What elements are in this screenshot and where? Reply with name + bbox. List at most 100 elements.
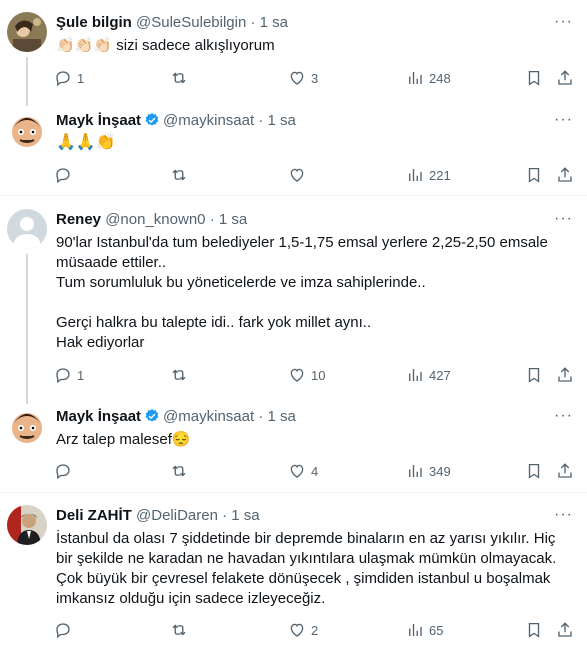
- bookmark-button[interactable]: [525, 165, 543, 185]
- timestamp[interactable]: 1 sa: [260, 14, 288, 31]
- share-button[interactable]: [556, 620, 574, 640]
- user-handle[interactable]: @SuleSulebilgin: [136, 14, 246, 31]
- heart-icon: [290, 71, 304, 85]
- reply-icon: [56, 464, 70, 480]
- like-count: 2: [311, 622, 319, 638]
- avatar[interactable]: [7, 505, 47, 545]
- user-handle[interactable]: @DeliDaren: [136, 507, 218, 524]
- avatar[interactable]: [7, 406, 47, 446]
- bookmark-button[interactable]: [525, 68, 543, 88]
- heart-icon: [290, 623, 304, 637]
- retweet-button[interactable]: [170, 68, 193, 88]
- reply-count: 1: [77, 367, 85, 383]
- share-button[interactable]: [556, 461, 574, 481]
- action-bar: 2 65: [54, 620, 574, 640]
- more-options-icon[interactable]: ···: [554, 506, 573, 524]
- user-handle[interactable]: @maykinsaat: [163, 112, 254, 129]
- user-handle[interactable]: @maykinsaat: [163, 408, 254, 425]
- views-button[interactable]: 427: [406, 365, 451, 385]
- bookmark-button[interactable]: [525, 461, 543, 481]
- display-name[interactable]: Şule bilgin: [56, 14, 132, 31]
- more-options-icon[interactable]: ···: [554, 13, 573, 31]
- like-button[interactable]: 2: [288, 620, 318, 640]
- bookmark-button[interactable]: [525, 365, 543, 385]
- timestamp[interactable]: 1 sa: [267, 408, 295, 425]
- separator-dot: ·: [222, 507, 228, 524]
- timestamp[interactable]: 1 sa: [267, 112, 295, 129]
- like-button[interactable]: 3: [288, 68, 318, 88]
- like-button[interactable]: 10: [288, 365, 325, 385]
- views-icon: [409, 465, 422, 477]
- like-button[interactable]: [288, 165, 311, 185]
- tweet[interactable]: Şule bilgin @SuleSulebilgin · 1 sa ··· 👏…: [0, 0, 587, 100]
- more-options-icon[interactable]: ···: [554, 210, 573, 228]
- display-name[interactable]: Mayk İnşaat: [56, 112, 141, 129]
- more-options-icon[interactable]: ···: [554, 111, 573, 129]
- share-button[interactable]: [556, 68, 574, 88]
- avatar[interactable]: [7, 110, 47, 150]
- timestamp[interactable]: 1 sa: [219, 211, 247, 228]
- timestamp[interactable]: 1 sa: [231, 507, 259, 524]
- reply-count: 1: [77, 70, 85, 86]
- tweet-text: 90'lar Istanbul'da tum belediyeler 1,5-1…: [56, 233, 576, 353]
- display-name[interactable]: Mayk İnşaat: [56, 408, 141, 425]
- share-icon: [558, 463, 572, 478]
- bookmark-icon: [528, 167, 540, 183]
- retweet-button[interactable]: [170, 165, 193, 185]
- verified-badge-icon: [145, 409, 159, 422]
- views-icon: [409, 72, 422, 84]
- display-name[interactable]: Deli ZAHİT: [56, 507, 132, 524]
- retweet-button[interactable]: [170, 365, 193, 385]
- reply-button[interactable]: [54, 620, 77, 640]
- tweet-header: Şule bilgin @SuleSulebilgin · 1 sa: [56, 13, 288, 33]
- reply-button[interactable]: [54, 461, 77, 481]
- tweet-line: Hak ediyorlar: [56, 334, 145, 351]
- display-name[interactable]: Reney: [56, 211, 101, 228]
- tweet-line: 🙏🙏👏: [56, 134, 116, 151]
- retweet-button[interactable]: [170, 620, 193, 640]
- views-icon: [409, 369, 422, 381]
- share-icon: [558, 367, 572, 382]
- share-icon: [558, 70, 572, 85]
- like-count: 4: [311, 463, 319, 479]
- reply-button[interactable]: 1: [54, 68, 84, 88]
- reply-icon: [56, 71, 70, 87]
- retweet-button[interactable]: [170, 461, 193, 481]
- tweet[interactable]: Mayk İnşaat @maykinsaat · 1 sa ··· Arz ta…: [0, 396, 587, 492]
- views-button[interactable]: 349: [406, 461, 451, 481]
- views-icon: [409, 624, 422, 636]
- tweet[interactable]: Deli ZAHİT @DeliDaren · 1 sa ··· İstanbu…: [0, 493, 587, 646]
- bookmark-button[interactable]: [525, 620, 543, 640]
- tweet-line: İstanbul da olası 7 şiddetinde bir depre…: [56, 530, 557, 607]
- views-button[interactable]: 221: [406, 165, 451, 185]
- retweet-icon: [172, 169, 186, 181]
- tweet-header: Reney @non_known0 · 1 sa: [56, 210, 247, 230]
- avatar[interactable]: [7, 12, 47, 52]
- reply-icon: [56, 368, 70, 384]
- avatar[interactable]: [7, 209, 47, 249]
- separator-dot: ·: [258, 112, 264, 129]
- reply-button[interactable]: 1: [54, 365, 84, 385]
- share-button[interactable]: [556, 365, 574, 385]
- views-button[interactable]: 65: [406, 620, 443, 640]
- reply-icon: [56, 623, 70, 639]
- view-count: 427: [429, 367, 451, 383]
- tweet-header: Mayk İnşaat @maykinsaat · 1 sa: [56, 111, 296, 131]
- views-icon: [409, 169, 422, 181]
- bookmark-icon: [528, 367, 540, 383]
- like-count: 3: [311, 70, 319, 86]
- tweet[interactable]: Mayk İnşaat @maykinsaat · 1 sa ··· 🙏🙏👏 22…: [0, 100, 587, 195]
- like-button[interactable]: 4: [288, 461, 318, 481]
- more-options-icon[interactable]: ···: [554, 407, 573, 425]
- share-button[interactable]: [556, 165, 574, 185]
- view-count: 248: [429, 70, 451, 86]
- retweet-icon: [172, 72, 186, 84]
- share-icon: [558, 622, 572, 637]
- reply-button[interactable]: [54, 165, 77, 185]
- user-handle[interactable]: @non_known0: [105, 211, 205, 228]
- tweet[interactable]: Reney @non_known0 · 1 sa ··· 90'lar Ista…: [0, 196, 587, 396]
- tweet-line: 👏🏻👏🏻👏🏻 sizi sadece alkışlıyorum: [56, 37, 275, 54]
- heart-icon: [290, 168, 304, 182]
- views-button[interactable]: 248: [406, 68, 451, 88]
- like-count: 10: [311, 367, 326, 383]
